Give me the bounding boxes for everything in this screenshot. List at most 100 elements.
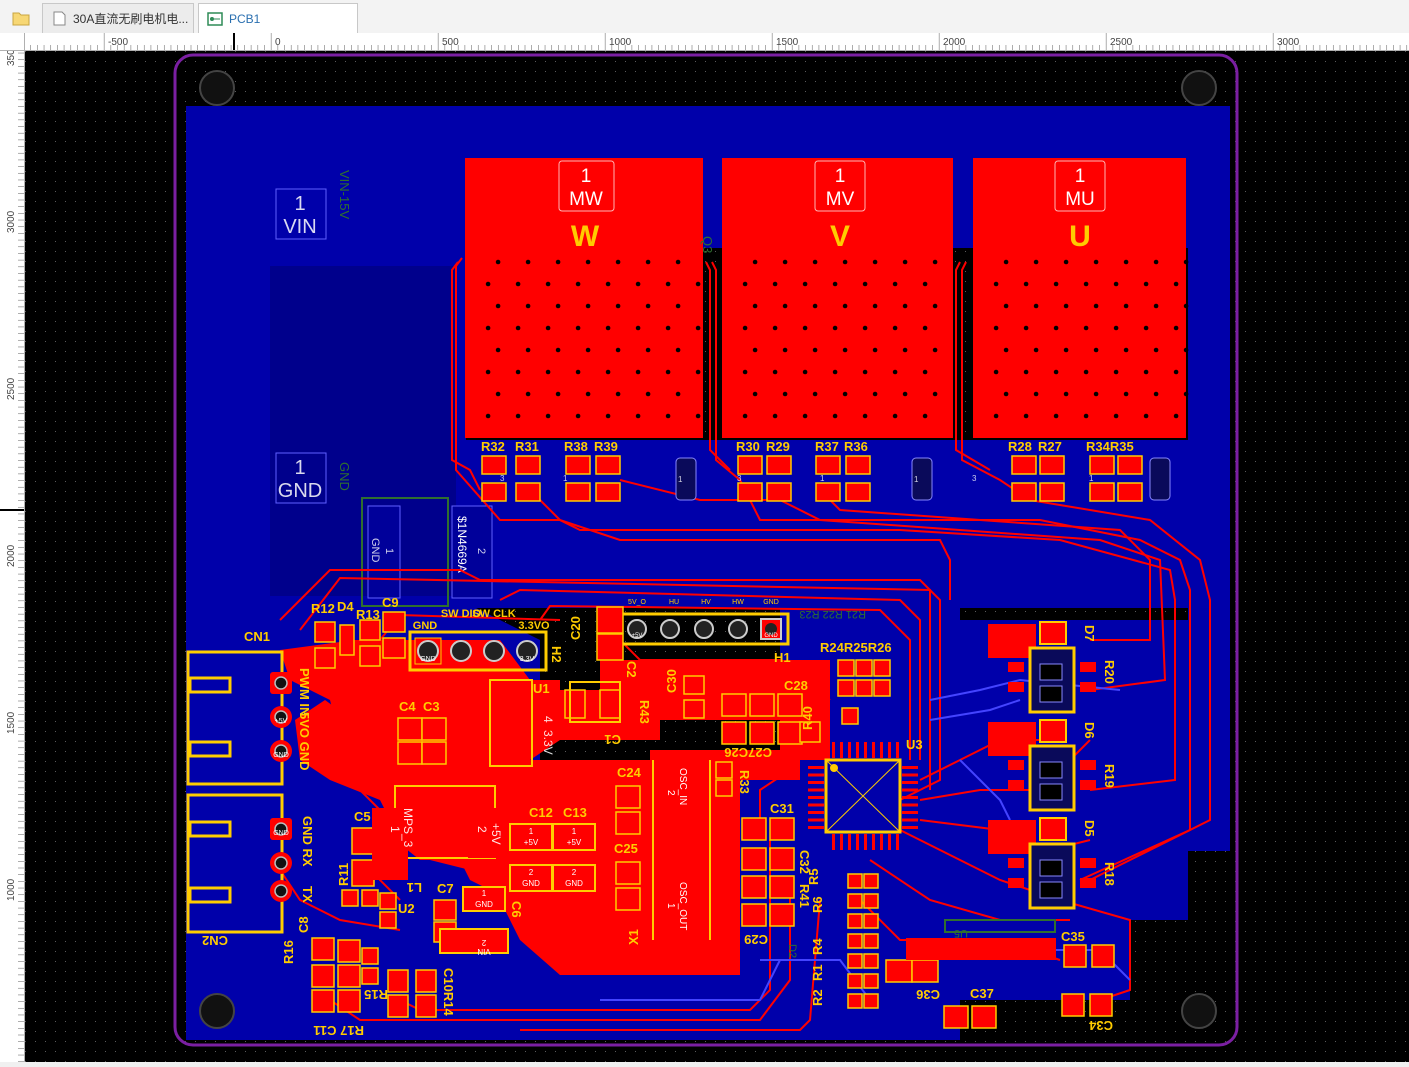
pad-net: GND — [565, 879, 583, 888]
phase-label-u: U — [1069, 220, 1091, 253]
phase-label-w: W — [571, 220, 600, 253]
c6-pad — [439, 928, 509, 954]
horizontal-ruler[interactable]: -500 0 500 1000 1500 2000 2500 3000 — [23, 33, 1409, 51]
pad-net: 3.3V — [541, 730, 555, 755]
u5-pad — [906, 938, 1056, 960]
bottom-silk-q3: Q3 — [700, 236, 715, 253]
pad-number: 1 — [820, 474, 825, 483]
ruler-label: 1000 — [6, 878, 17, 901]
designator-r16: R16 — [281, 940, 296, 964]
pad-label-vin: VIN — [283, 216, 316, 238]
pad-number: 4 — [541, 716, 555, 723]
bottom-pad-num: 2 — [475, 548, 487, 554]
designator-c13: C13 — [563, 805, 587, 820]
pad-number: 1 — [482, 889, 487, 898]
ruler-cursor-marker — [0, 509, 24, 511]
pcb-canvas[interactable]: 1 MW 1 MV 1 MU W V U 1 VIN 1 GND VIN-15V… — [25, 51, 1409, 1062]
pad-number: 2 — [475, 826, 489, 833]
ruler-label: 2000 — [6, 544, 17, 567]
bottom-designator: R21 R22 R23 — [799, 608, 866, 620]
pad-number: 1 — [529, 827, 534, 836]
designator-r20: R20 — [1102, 660, 1117, 684]
h2-pin-3[interactable] — [483, 640, 505, 662]
bottom-pad-net: GND — [369, 538, 381, 563]
tab-pcb1[interactable]: PCB1 — [198, 3, 358, 33]
designator-r31: R31 — [515, 439, 539, 454]
pcb-icon — [207, 11, 223, 27]
mounting-hole — [199, 70, 235, 106]
cn1-label-power: 5VO GND — [297, 712, 312, 771]
ruler-label: 1500 — [6, 711, 17, 734]
ruler-label: 0 — [275, 37, 281, 48]
pad-net: GND — [273, 752, 289, 759]
pad-net: GND — [420, 656, 436, 663]
designator-r43: R43 — [637, 700, 652, 724]
ruler-label: 1000 — [609, 37, 632, 48]
pad-number: 1 — [572, 827, 577, 836]
bottom-silk-net: GND — [337, 462, 352, 491]
designator-u3: U3 — [906, 737, 923, 752]
tab-label: 30A直流无刷电机电... — [73, 12, 189, 26]
pad-net: GND — [764, 633, 778, 639]
h1-pin-2[interactable] — [660, 619, 680, 639]
designator-r29: R29 — [766, 439, 790, 454]
ruler-label: 2500 — [1110, 37, 1133, 48]
pad-number: 1 — [835, 166, 846, 187]
designator-r38: R38 — [564, 439, 588, 454]
designator-c27c26: C27C26 — [724, 745, 772, 760]
designator-c20: C20 — [568, 616, 583, 640]
pad-net: +5V — [632, 633, 643, 639]
pad-label-gnd: GND — [278, 480, 322, 502]
pad-number: 2 — [665, 790, 676, 796]
pad-net: GND — [273, 830, 289, 837]
designator-c28: C28 — [784, 678, 808, 693]
designator-c34: C34 — [1088, 1018, 1113, 1033]
designator-c24: C24 — [617, 765, 642, 780]
bottom-silk-net: VIN-15V — [337, 170, 352, 219]
designator-c1: C1 — [604, 732, 621, 747]
designator-r30: R30 — [736, 439, 760, 454]
cn2-label-gnd-rx: GND RX — [300, 816, 315, 867]
designator-cn1: CN1 — [244, 629, 270, 644]
h2-label: SW CLK — [472, 608, 515, 620]
tab-schematic-document[interactable]: 30A直流无刷电机电... — [42, 3, 194, 33]
designator-c2: C2 — [624, 661, 639, 678]
designator-r4: R4 — [810, 938, 825, 955]
designator-c36: C36 — [916, 987, 940, 1002]
ruler-label: 3000 — [1277, 37, 1300, 48]
h1-pin-4[interactable] — [728, 619, 748, 639]
pad-number: 2 — [572, 868, 577, 877]
document-icon — [51, 11, 67, 27]
designator-c37: C37 — [970, 986, 994, 1001]
designator-c7: C7 — [437, 881, 454, 896]
designator-r37: R37 — [815, 439, 839, 454]
designator-c25: C25 — [614, 841, 638, 856]
bottom-silk-part: $1N4669A — [455, 516, 469, 573]
pad-label: OSC_OUT — [677, 882, 688, 930]
bottom-designator-d2: D2 — [786, 944, 798, 958]
pcb-view[interactable]: 1 MW 1 MV 1 MU W V U 1 VIN 1 GND VIN-15V… — [25, 51, 1409, 1062]
vertical-ruler[interactable]: 3500 3000 2500 2000 1500 1000 — [0, 32, 25, 1063]
designator-d4: D4 — [337, 599, 354, 614]
designator-d6: D6 — [1082, 722, 1097, 739]
pad-number: 1 — [1075, 166, 1086, 187]
folder-icon[interactable] — [8, 7, 34, 29]
pad-number: 3 — [500, 474, 505, 483]
designator-c12: C12 — [529, 805, 553, 820]
bottom-diode — [1149, 457, 1171, 501]
h1-label: GND — [763, 599, 779, 606]
designator-r18: R18 — [1102, 862, 1117, 886]
pad-number: 1 — [563, 474, 568, 483]
cn1-label-pwm: PWM IN — [297, 668, 312, 716]
designator-r33: R33 — [737, 770, 752, 794]
pad-net: GND — [522, 879, 540, 888]
designator-r40: R40 — [800, 706, 815, 730]
pad-number: 1 — [665, 903, 676, 909]
designator-c4: C4 — [399, 699, 416, 714]
designator-c8: C8 — [296, 916, 311, 933]
h1-pin-3[interactable] — [694, 619, 714, 639]
designator-cn2: CN2 — [202, 933, 228, 948]
mounting-hole — [199, 993, 235, 1029]
h2-pin-2[interactable] — [450, 640, 472, 662]
pad-number: 2 — [529, 868, 534, 877]
